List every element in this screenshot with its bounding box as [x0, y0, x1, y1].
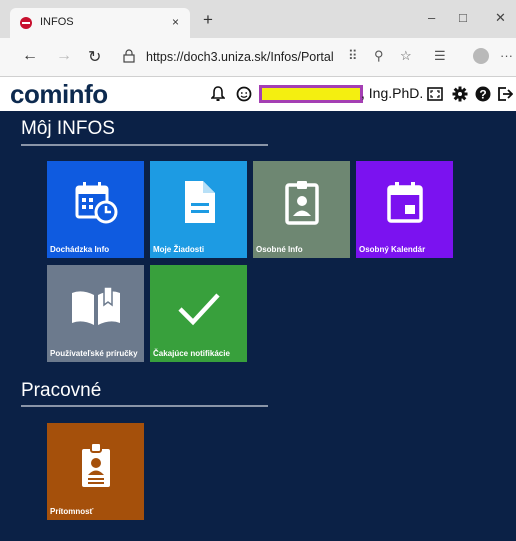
lock-icon [123, 49, 135, 63]
section-title-moj-infos: Môj INFOS [21, 118, 115, 139]
tile-dochadzka-info[interactable]: Dochádzka Info [47, 161, 144, 258]
user-face-icon[interactable] [236, 86, 252, 102]
tile-osobne-info[interactable]: Osobné Info [253, 161, 350, 258]
back-icon[interactable]: ← [22, 47, 38, 65]
read-aloud-icon[interactable]: ⠿ [348, 48, 358, 64]
browser-tab-bar: INFOS × + – □ ✕ [0, 0, 516, 38]
maximize-button[interactable]: □ [459, 10, 467, 25]
document-icon [184, 181, 215, 223]
logout-icon[interactable] [497, 86, 513, 102]
close-window-button[interactable]: ✕ [495, 10, 506, 26]
zoom-icon[interactable]: ⚲ [374, 48, 384, 64]
user-name-suffix: , Ing.PhD. [361, 85, 424, 101]
browser-profile-avatar[interactable] [473, 48, 489, 64]
section-divider [21, 405, 268, 407]
new-tab-button[interactable]: + [203, 10, 213, 30]
tile-label: Osobný Kalendár [359, 245, 426, 254]
tile-label: Moje Žiadosti [153, 245, 205, 254]
tile-cakajuce-notifikacie[interactable]: Čakajúce notifikácie [150, 265, 247, 362]
more-menu-button[interactable]: ··· [500, 48, 513, 63]
tile-moje-ziadosti[interactable]: Moje Žiadosti [150, 161, 247, 258]
tab-title: INFOS [40, 16, 74, 28]
tile-label: Dochádzka Info [50, 245, 110, 254]
site-favicon-icon [20, 17, 32, 29]
calendar-icon [386, 182, 423, 223]
browser-tab[interactable]: INFOS × [10, 8, 190, 38]
tile-pouzivatelske-prirucky[interactable]: Používateľské príručky [47, 265, 144, 362]
book-icon [71, 286, 120, 325]
calendar-clock-icon [75, 182, 117, 224]
tile-label: Používateľské príručky [50, 349, 138, 358]
fullscreen-icon[interactable] [427, 86, 443, 102]
cominfo-logo[interactable]: cominfo [10, 79, 108, 110]
clipboard-badge-icon [81, 442, 110, 487]
help-icon[interactable]: ? [475, 86, 491, 102]
bell-icon[interactable] [211, 86, 225, 102]
tab-close-button[interactable]: × [172, 15, 179, 29]
tile-label: Čakajúce notifikácie [153, 349, 230, 358]
address-bar: ← → ↻ https://doch3.uniza.sk/Infos/Porta… [0, 38, 516, 77]
favorites-list-icon[interactable]: ☰ [434, 48, 446, 64]
gear-icon[interactable] [452, 86, 468, 102]
svg-text:?: ? [479, 88, 486, 102]
favorite-star-icon[interactable]: ☆ [400, 48, 412, 64]
redacted-user-name [259, 85, 363, 103]
section-title-pracovne: Pracovné [21, 380, 102, 401]
tile-label: Osobné Info [256, 245, 303, 254]
section-divider [21, 144, 268, 146]
id-badge-icon [284, 181, 319, 225]
minimize-button[interactable]: – [428, 10, 435, 25]
forward-icon[interactable]: → [56, 47, 72, 65]
app-header: cominfo , Ing.PhD. ? [0, 77, 516, 111]
tile-label: Prítomnosť [50, 507, 94, 516]
checkmark-icon [177, 293, 220, 326]
refresh-icon[interactable]: ↻ [88, 47, 101, 67]
url-input[interactable]: https://doch3.uniza.sk/Infos/Portal [146, 50, 334, 64]
tile-osobny-kalendar[interactable]: Osobný Kalendár [356, 161, 453, 258]
tile-pritomnost[interactable]: Prítomnosť [47, 423, 144, 520]
